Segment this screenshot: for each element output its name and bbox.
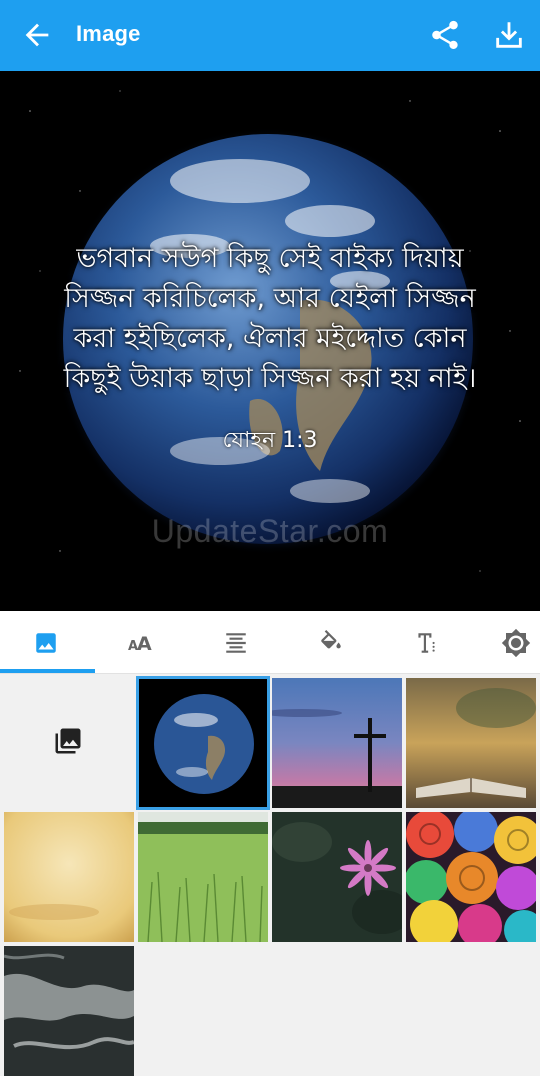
image-preview[interactable]: ভগবান সউগ কিছু সেই বাইক্য দিয়ায় সিজ্জন… — [0, 71, 540, 611]
active-tab-indicator — [0, 669, 95, 673]
thumbnail-parchment[interactable] — [4, 812, 134, 942]
thumbnail-cross-sunset[interactable] — [272, 678, 402, 808]
image-icon — [36, 632, 56, 653]
tab-image[interactable] — [0, 611, 92, 674]
text-align-icon — [226, 632, 246, 653]
gallery-picker-button[interactable] — [0, 674, 136, 808]
rainbow-roses-thumbnail — [406, 812, 536, 942]
page-title: Image — [76, 21, 141, 46]
tab-settings[interactable] — [470, 611, 540, 674]
tab-fill-color[interactable] — [285, 611, 377, 674]
settings-icon — [501, 628, 531, 657]
earth-thumbnail — [138, 678, 268, 808]
thumbnail-earth[interactable] — [136, 676, 270, 810]
watermark: UpdateStar.com — [151, 513, 389, 549]
font-size-icon: A A — [128, 633, 152, 655]
verse-line: সিজ্জন করিচিলেক, আর যেইলা সিজ্জন — [64, 283, 476, 314]
share-icon[interactable] — [428, 18, 462, 52]
editor-tabs: A A — [0, 611, 540, 674]
verse-text: ভগবান সউগ কিছু সেই বাইক্য দিয়ায় সিজ্জন… — [36, 239, 504, 399]
photo-library-icon — [55, 728, 81, 754]
thumbnail-marble-texture[interactable] — [4, 946, 134, 1076]
thumbnail-rainbow-roses[interactable] — [406, 812, 536, 942]
open-bible-thumbnail — [406, 678, 536, 808]
app-bar: Image — [0, 0, 540, 71]
tab-font-size[interactable]: A A — [95, 611, 187, 674]
fill-color-icon — [321, 629, 341, 648]
background-gallery — [0, 674, 540, 1076]
svg-text:A: A — [137, 633, 152, 655]
tab-text-style[interactable] — [380, 611, 472, 674]
marble-texture-thumbnail — [4, 946, 134, 1076]
thumbnail-grass-field[interactable] — [138, 812, 268, 942]
verse-line: কিছুই উয়াক ছাড়া সিজ্জন করা হয় নাই। — [63, 363, 477, 394]
parchment-thumbnail — [4, 812, 134, 942]
verse-line: করা হইছিলেক, ঐলার মইদ্দোত কোন — [73, 323, 467, 354]
thumbnail-pink-flower[interactable] — [272, 812, 402, 942]
download-icon[interactable] — [492, 18, 526, 52]
arrow-back-icon[interactable] — [20, 18, 54, 52]
cross-sunset-thumbnail — [272, 678, 402, 808]
verse-reference: যোহন 1:3 — [222, 428, 318, 453]
verse-line: ভগবান সউগ কিছু সেই বাইক্য দিয়ায় — [76, 243, 464, 274]
thumbnail-open-bible[interactable] — [406, 678, 536, 808]
tab-text-align[interactable] — [190, 611, 282, 674]
pink-flower-thumbnail — [272, 812, 402, 942]
text-style-icon — [416, 632, 435, 653]
grass-field-thumbnail — [138, 812, 268, 942]
